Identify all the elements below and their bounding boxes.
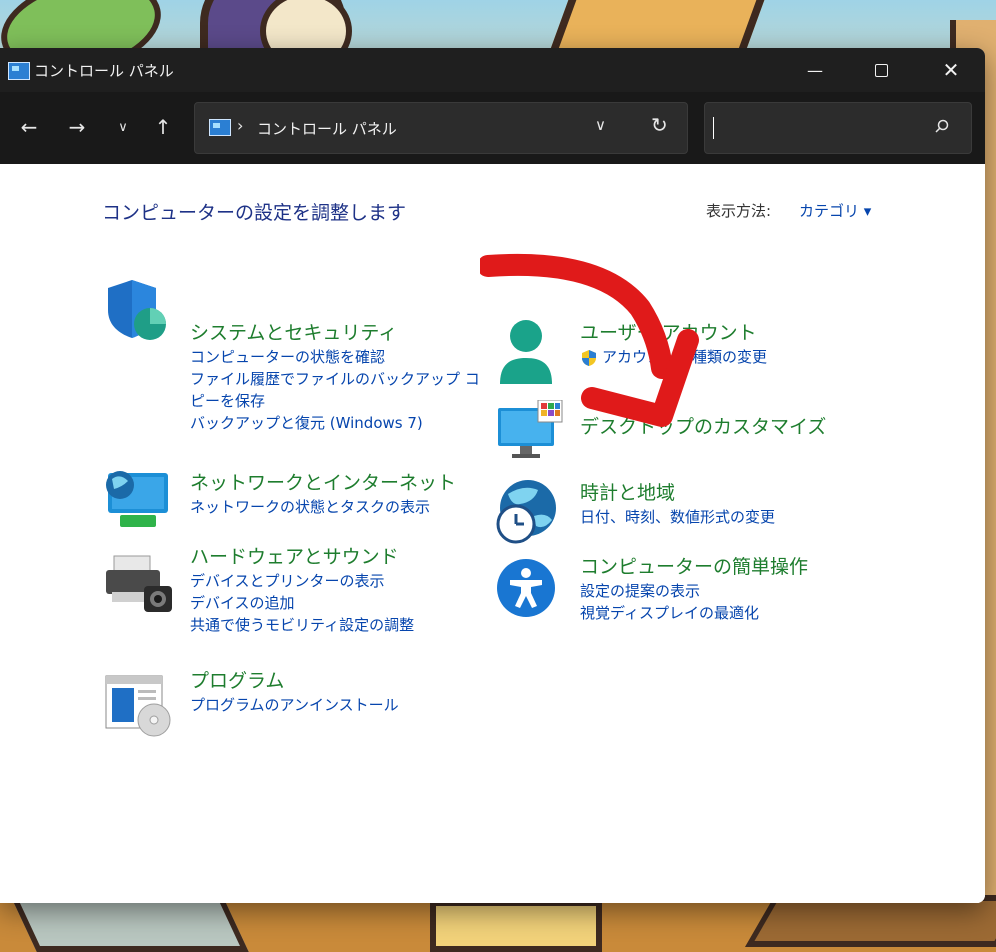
window-title: コントロール パネル: [34, 62, 174, 80]
breadcrumb-control-panel[interactable]: コントロール パネル: [257, 118, 397, 139]
category-programs: プログラム プログラムのアンインストール: [190, 668, 480, 716]
text-cursor: [713, 117, 714, 139]
category-title[interactable]: ネットワークとインターネット: [190, 470, 480, 496]
control-panel-window: コントロール パネル — ✕ ← → ∨ ↑ › コントロール パネル ∨ ↻ …: [0, 48, 985, 903]
maximize-button[interactable]: [852, 48, 910, 92]
link-check-status[interactable]: コンピューターの状態を確認: [190, 346, 480, 368]
address-dropdown-button[interactable]: ∨: [595, 116, 606, 134]
link-devices-printers[interactable]: デバイスとプリンターの表示: [190, 570, 480, 592]
minimize-icon: —: [807, 60, 823, 80]
control-panel-content: コンピューターの設定を調整します 表示方法: カテゴリ ▾ システムとセキュリテ…: [0, 164, 985, 903]
refresh-icon: ↻: [651, 113, 668, 137]
desktop-monitor-icon: [498, 400, 563, 458]
forward-button[interactable]: →: [62, 112, 92, 142]
category-title[interactable]: ユーザー アカウント: [580, 320, 870, 346]
printer-icon: [106, 555, 172, 612]
control-panel-icon: [8, 62, 30, 80]
link-file-history[interactable]: ファイル履歴でファイルのバックアップ コピーを保存: [190, 368, 480, 412]
view-by-label: 表示方法:: [706, 202, 772, 220]
category-system-security: システムとセキュリティ コンピューターの状態を確認 ファイル履歴でファイルのバッ…: [190, 320, 480, 434]
close-icon: ✕: [942, 58, 960, 82]
network-icon: [106, 471, 168, 527]
link-add-device[interactable]: デバイスの追加: [190, 592, 480, 614]
arrow-right-icon: →: [68, 115, 86, 139]
programs-icon: [105, 675, 171, 737]
refresh-button[interactable]: ↻: [651, 113, 668, 137]
globe-clock-icon: [496, 480, 556, 544]
search-input[interactable]: [704, 102, 972, 154]
maximize-icon: [874, 63, 888, 77]
category-title[interactable]: コンピューターの簡単操作: [580, 554, 870, 580]
category-hardware-sound: ハードウェアとサウンド デバイスとプリンターの表示 デバイスの追加 共通で使うモ…: [190, 544, 480, 636]
category-title[interactable]: 時計と地域: [580, 480, 870, 506]
category-ease-of-access: コンピューターの簡単操作 設定の提案の表示 視覚ディスプレイの最適化: [580, 554, 870, 624]
category-appearance: デスクトップのカスタマイズ: [580, 414, 870, 440]
page-heading: コンピューターの設定を調整します: [102, 202, 407, 224]
category-user-accounts: ユーザー アカウント アカウントの種類の変更: [580, 320, 870, 368]
close-button[interactable]: ✕: [922, 48, 980, 92]
uac-shield-icon: [582, 350, 596, 366]
title-bar[interactable]: コントロール パネル — ✕: [0, 48, 985, 92]
link-change-date-time-format[interactable]: 日付、時刻、数値形式の変更: [580, 506, 870, 528]
wallpaper-shape: [430, 900, 602, 952]
minimize-button[interactable]: —: [786, 48, 844, 92]
shield-icon: [108, 280, 166, 340]
link-label: アカウントの種類の変更: [602, 348, 768, 366]
arrow-up-icon: ↑: [154, 115, 172, 139]
link-uninstall-program[interactable]: プログラムのアンインストール: [190, 694, 480, 716]
chevron-down-icon: ∨: [118, 119, 128, 135]
category-title[interactable]: ハードウェアとサウンド: [190, 544, 480, 570]
breadcrumb-separator: ›: [237, 116, 244, 135]
category-title[interactable]: デスクトップのカスタマイズ: [580, 414, 870, 440]
link-optimize-visual-display[interactable]: 視覚ディスプレイの最適化: [580, 602, 870, 624]
search-icon: [935, 119, 949, 133]
link-change-account-type[interactable]: アカウントの種類の変更: [580, 346, 870, 368]
link-backup-restore[interactable]: バックアップと復元 (Windows 7): [190, 412, 480, 434]
user-icon: [500, 320, 552, 384]
link-network-status[interactable]: ネットワークの状態とタスクの表示: [190, 496, 480, 518]
category-title[interactable]: プログラム: [190, 668, 480, 694]
chevron-down-icon: ∨: [595, 116, 606, 134]
accessibility-icon: [497, 559, 555, 617]
category-clock-region: 時計と地域 日付、時刻、数値形式の変更: [580, 480, 870, 528]
category-title[interactable]: システムとセキュリティ: [190, 320, 480, 346]
link-mobility-settings[interactable]: 共通で使うモビリティ設定の調整: [190, 614, 480, 636]
address-bar[interactable]: › コントロール パネル ∨ ↻: [194, 102, 688, 154]
control-panel-icon: [209, 119, 231, 136]
up-button[interactable]: ↑: [148, 112, 178, 142]
navigation-bar: ← → ∨ ↑ › コントロール パネル ∨ ↻: [0, 92, 985, 164]
arrow-left-icon: ←: [20, 115, 38, 139]
view-by-dropdown[interactable]: カテゴリ ▾: [799, 200, 871, 221]
recent-locations-button[interactable]: ∨: [108, 112, 138, 142]
back-button[interactable]: ←: [14, 112, 44, 142]
link-get-recommendations[interactable]: 設定の提案の表示: [580, 580, 870, 602]
category-network-internet: ネットワークとインターネット ネットワークの状態とタスクの表示: [190, 470, 480, 518]
